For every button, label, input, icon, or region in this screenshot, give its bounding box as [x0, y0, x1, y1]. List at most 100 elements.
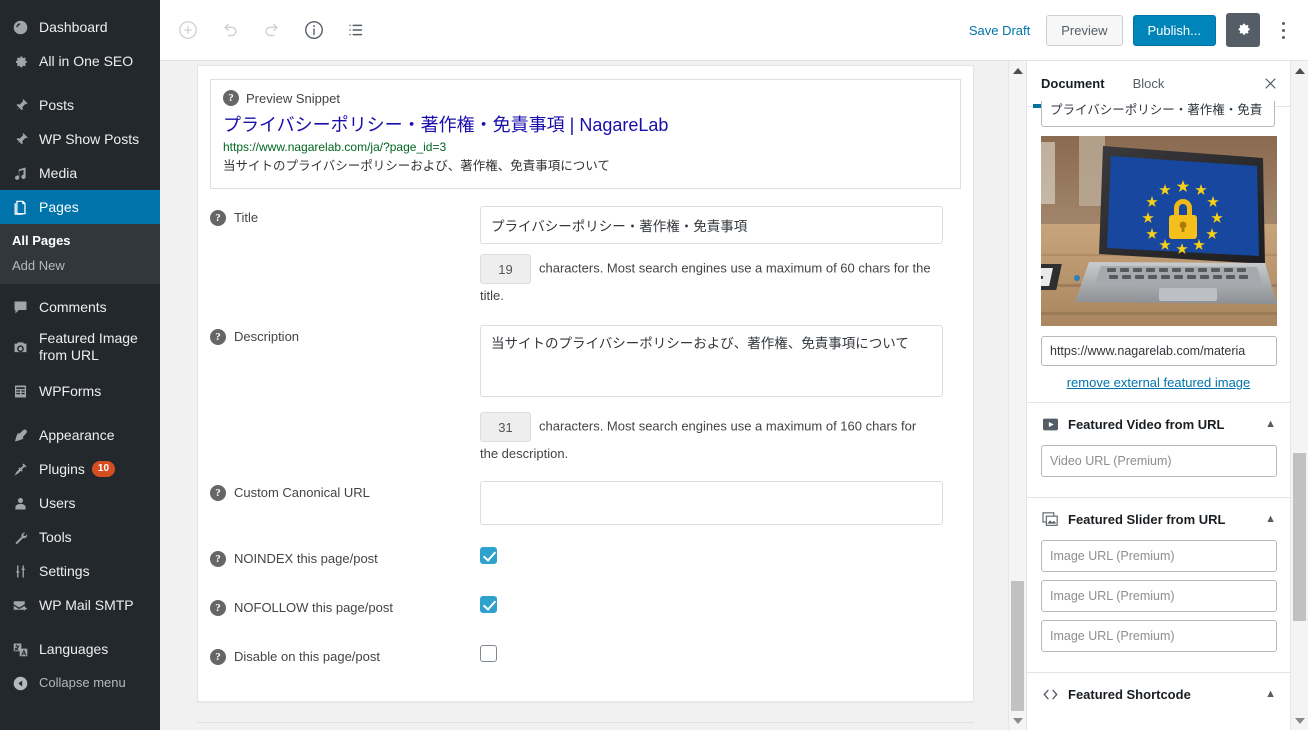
sidebar-item-posts[interactable]: Posts: [0, 88, 160, 122]
sidebar-item-featured-image-from-url[interactable]: Featured Image from URL: [0, 324, 160, 370]
title-input[interactable]: [480, 206, 943, 245]
sidebar-item-dashboard[interactable]: Dashboard: [0, 10, 160, 44]
canonical-label: Custom Canonical URL: [234, 484, 370, 500]
chevron-up-icon[interactable]: ▲: [1265, 418, 1276, 430]
section-title: Featured Video from URL: [1068, 416, 1225, 432]
sidebar-label: Tools: [39, 528, 72, 545]
featured-image-url-input[interactable]: [1041, 336, 1277, 366]
scroll-up-arrow[interactable]: [1009, 62, 1026, 79]
title-count-text: characters. Most search engines use a ma…: [480, 260, 931, 304]
chevron-up-icon[interactable]: ▲: [1265, 688, 1276, 700]
sidebar-item-languages[interactable]: Languages: [0, 632, 160, 666]
scroll-down-arrow[interactable]: [1009, 712, 1026, 729]
plug-icon: [10, 459, 30, 479]
canonical-control: [480, 480, 961, 525]
preview-snippet-box: ? Preview Snippet プライバシーポリシー・著作権・免責事項 | …: [210, 79, 961, 190]
panel-scrollbar-thumb[interactable]: [1293, 453, 1306, 621]
publish-button[interactable]: Publish...: [1132, 14, 1216, 46]
sidebar-item-media[interactable]: Media: [0, 156, 160, 190]
sidebar-item-appearance[interactable]: Appearance: [0, 418, 160, 452]
disable-control: [480, 644, 961, 665]
help-icon[interactable]: ?: [223, 90, 239, 106]
help-icon[interactable]: ?: [210, 599, 226, 616]
sidebar-item-settings[interactable]: Settings: [0, 554, 160, 588]
description-textarea[interactable]: [480, 324, 943, 397]
canonical-url-input[interactable]: [480, 480, 943, 525]
section-header[interactable]: Featured Shortcode ▲: [1027, 673, 1290, 715]
sidebar-item-wpforms[interactable]: WPForms: [0, 374, 160, 408]
panel-scroll-down-arrow[interactable]: [1291, 712, 1308, 729]
sidebar-item-pages[interactable]: Pages: [0, 190, 160, 224]
slider-image-url-input-1[interactable]: [1041, 540, 1277, 572]
sidebar-item-tools[interactable]: Tools: [0, 520, 160, 554]
sidebar-label: All in One SEO: [39, 52, 134, 69]
section-body: [1027, 445, 1290, 497]
sidebar-subitem-all-pages[interactable]: All Pages: [0, 228, 160, 253]
menu-spacer: [0, 622, 160, 632]
nofollow-control: [480, 595, 961, 616]
tab-block[interactable]: Block: [1119, 61, 1179, 107]
sidebar-item-plugins[interactable]: Plugins 10: [0, 452, 160, 486]
envelope-icon: [10, 595, 30, 615]
section-header[interactable]: Featured Video from URL ▲: [1027, 403, 1290, 445]
tab-document[interactable]: Document: [1027, 61, 1119, 108]
noindex-control: [480, 546, 961, 567]
more-options-button[interactable]: [1270, 13, 1296, 47]
help-icon[interactable]: ?: [210, 210, 226, 227]
panel-scrollbar[interactable]: [1290, 61, 1308, 730]
sidebar-item-all-in-one-seo[interactable]: All in One SEO: [0, 44, 160, 78]
help-icon[interactable]: ?: [210, 648, 226, 665]
title-control: 19characters. Most search engines use a …: [480, 206, 961, 309]
video-url-input[interactable]: [1041, 445, 1277, 477]
description-count-line: 31 characters. Most search engines use a …: [480, 411, 932, 467]
help-icon[interactable]: ?: [210, 550, 226, 567]
slider-image-url-input-2[interactable]: [1041, 580, 1277, 612]
sidebar-label: Comments: [39, 298, 107, 315]
disable-checkbox[interactable]: [480, 644, 497, 662]
help-icon[interactable]: ?: [210, 484, 226, 501]
admin-sidebar: Dashboard All in One SEO Posts WP Show P…: [0, 0, 160, 730]
section-featured-slider-from-url: Featured Slider from URL ▲: [1027, 497, 1290, 672]
add-block-icon[interactable]: [170, 12, 206, 48]
sidebar-subitem-add-new[interactable]: Add New: [0, 253, 160, 278]
sidebar-item-wp-mail-smtp[interactable]: WP Mail SMTP: [0, 588, 160, 622]
section-header[interactable]: Featured Slider from URL ▲: [1027, 498, 1290, 540]
remove-featured-image-link[interactable]: remove external featured image: [1027, 375, 1290, 390]
sidebar-label: WPForms: [39, 382, 102, 399]
collapse-menu-button[interactable]: Collapse menu: [0, 666, 160, 700]
undo-icon[interactable]: [212, 12, 248, 48]
description-control: 31characters. Most search engines use a …: [480, 324, 961, 467]
sidebar-item-wp-show-posts[interactable]: WP Show Posts: [0, 122, 160, 156]
save-draft-button[interactable]: Save Draft: [963, 19, 1036, 42]
close-icon[interactable]: [1254, 61, 1290, 107]
content-scrollbar[interactable]: [1008, 61, 1026, 730]
panel-scroll-up-arrow[interactable]: [1291, 62, 1308, 79]
sidebar-item-comments[interactable]: Comments: [0, 290, 160, 324]
sidebar-item-users[interactable]: Users: [0, 486, 160, 520]
block-navigation-icon[interactable]: [338, 12, 374, 48]
subitem-label: All Pages: [12, 233, 71, 248]
preview-button[interactable]: Preview: [1046, 14, 1123, 46]
help-icon[interactable]: ?: [210, 328, 226, 345]
plugins-update-badge: 10: [91, 461, 116, 477]
title-count-line: 19 characters. Most search engines use a …: [480, 254, 932, 309]
noindex-checkbox[interactable]: [480, 546, 497, 564]
scrollbar-thumb[interactable]: [1011, 581, 1024, 711]
images-icon: [1041, 510, 1059, 528]
triangle-down-icon: [1012, 717, 1023, 724]
nofollow-checkbox[interactable]: [480, 595, 497, 613]
slider-image-url-input-3[interactable]: [1041, 620, 1277, 652]
section-title: Featured Slider from URL: [1068, 511, 1226, 527]
settings-gear-button[interactable]: [1226, 13, 1260, 47]
ellipsis-vertical-icon: [1281, 20, 1285, 41]
sidebar-label: Posts: [39, 96, 75, 113]
pages-icon: [10, 197, 30, 217]
info-icon[interactable]: [296, 12, 332, 48]
preview-snippet-label: Preview Snippet: [246, 90, 340, 106]
clipped-title-input[interactable]: プライバシーポリシー・著作権・免責: [1041, 101, 1275, 127]
media-icon: [10, 163, 30, 183]
chevron-up-icon[interactable]: ▲: [1265, 513, 1276, 525]
redo-icon[interactable]: [254, 12, 290, 48]
snippet-description: 当サイトのプライバシーポリシーおよび、著作権、免責事項について: [223, 159, 610, 174]
sidebar-label: Languages: [39, 640, 109, 657]
